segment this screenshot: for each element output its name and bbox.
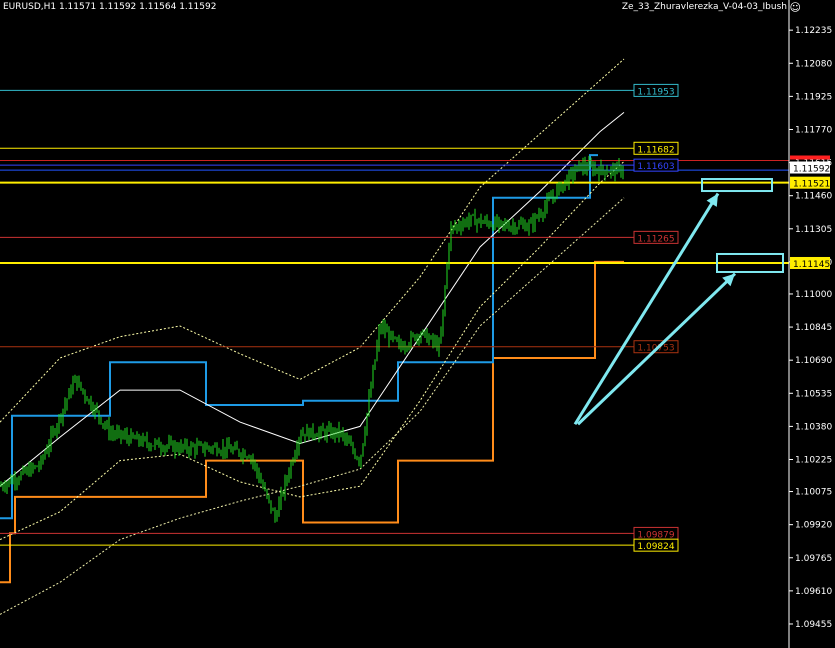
axis-price-label-1: 1.11145	[793, 260, 830, 270]
y-tick-label-3: 1.11770	[795, 125, 832, 135]
indicator-name: Ze_33_Zhuravlerezka_V-04-03_Ibush	[621, 2, 787, 12]
y-tick-label-1: 1.12080	[795, 59, 832, 69]
level-label-1: 1.11682	[637, 145, 674, 155]
y-tick-label-9: 1.10845	[795, 323, 832, 333]
y-tick-label-11: 1.10535	[795, 389, 832, 399]
level-label-0: 1.11953	[637, 87, 674, 97]
axis-price-label-0: 1.11521	[793, 180, 830, 190]
y-tick-label-18: 1.09455	[795, 620, 832, 630]
y-tick-label-8: 1.11000	[795, 290, 832, 300]
price-chart[interactable]: 1.119531.116821.116031.112651.107531.098…	[0, 0, 835, 648]
y-tick-label-2: 1.11925	[795, 92, 832, 102]
chart-background	[0, 0, 835, 648]
current-price-marker	[790, 155, 830, 160]
smiley-face-icon: ☺	[789, 1, 801, 14]
y-tick-label-15: 1.09920	[795, 521, 832, 531]
y-tick-label-6: 1.11305	[795, 225, 832, 235]
y-tick-label-10: 1.10690	[795, 356, 832, 366]
current-price-label: 1.11592	[793, 165, 830, 175]
y-tick-label-5: 1.11460	[795, 192, 832, 202]
y-tick-label-13: 1.10225	[795, 456, 832, 466]
level-label-2: 1.11603	[637, 162, 674, 172]
level-label-6: 1.09824	[637, 542, 674, 552]
level-label-3: 1.11265	[637, 234, 674, 244]
y-tick-label-14: 1.10075	[795, 488, 832, 498]
y-tick-label-17: 1.09610	[795, 587, 832, 597]
symbol-info: EURUSD,H1 1.11571 1.11592 1.11564 1.1159…	[3, 2, 217, 12]
y-tick-label-0: 1.12235	[795, 26, 832, 36]
y-tick-label-12: 1.10380	[795, 422, 832, 432]
y-tick-label-16: 1.09765	[795, 554, 832, 564]
